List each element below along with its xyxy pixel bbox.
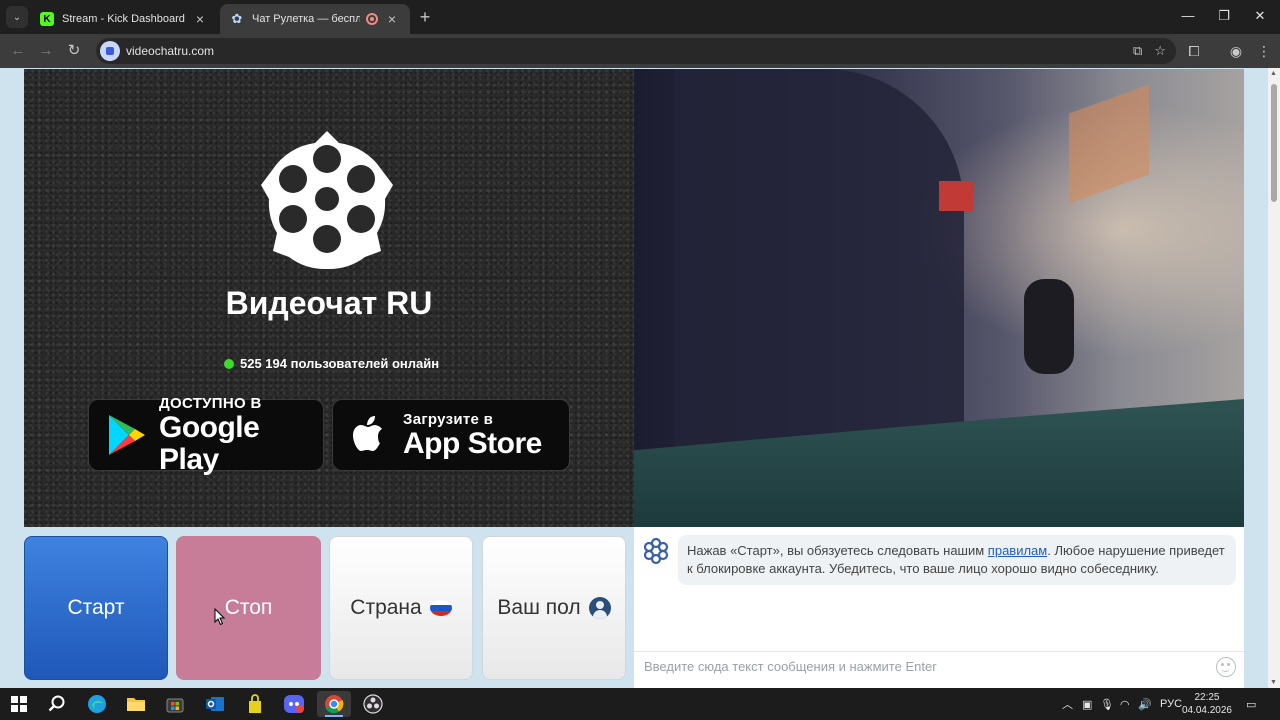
minimize-button[interactable]: — [1170,4,1206,28]
outlook-icon[interactable] [198,691,232,717]
stop-button[interactable]: Стоп [176,536,321,680]
system-clock[interactable]: 22:25 04.04.2026 [1182,691,1232,717]
russia-flag-icon [429,600,452,616]
google-play-icon [109,415,145,455]
scroll-up-arrow-icon[interactable]: ▲ [1270,70,1277,77]
menu-kebab-icon[interactable]: ⋮ [1252,39,1276,63]
chat-message-text-start: Нажав «Старт», вы обязуетесь следовать н… [687,543,988,558]
clock-time: 22:25 [1194,692,1220,703]
emoji-icon[interactable] [1216,656,1236,677]
revolver-logo-icon [261,131,393,270]
start-label: Старт [67,596,125,619]
app-store-big-text: App Store [403,426,542,460]
page-scrollbar[interactable]: ▲ ▼ [1268,68,1280,688]
country-button[interactable]: Страна [329,536,473,680]
video-red-object [939,181,973,211]
remote-video-panel [634,69,1244,527]
rules-link[interactable]: правилам [988,543,1047,558]
user-avatar-icon [588,597,611,619]
google-play-small-text: ДОСТУПНО В [159,394,262,412]
brand-title: Видеочат RU [225,285,433,321]
reload-button[interactable]: ↻ [62,39,86,63]
profile-icon[interactable]: ◉ [1224,39,1248,63]
bag-app-icon[interactable] [238,691,272,717]
online-status-dot [224,358,234,369]
install-app-icon[interactable]: ⧉ [1133,43,1142,59]
close-window-button[interactable]: ✕ [1242,4,1278,28]
chat-panel: Нажав «Старт», вы обязуетесь следовать н… [634,527,1244,688]
gender-label: Ваш пол [497,596,581,619]
back-button[interactable]: ← [6,39,30,63]
chrome-icon[interactable] [317,691,351,717]
meet-now-icon[interactable]: ▣ [1082,688,1092,720]
clock-date: 04.04.2026 [1181,705,1232,716]
bookmark-star-icon[interactable]: ☆ [1154,43,1166,59]
file-explorer-icon[interactable] [119,691,153,717]
tab-kick-dashboard[interactable]: K Stream - Kick Dashboard × [30,4,218,34]
recording-icon [366,13,378,25]
tab-title: Stream - Kick Dashboard [62,13,185,25]
forward-button[interactable]: → [34,39,58,63]
online-counter: 525 194 пользователей онлайн [224,356,439,371]
mouse-cursor-icon [214,608,226,626]
browser-tab-bar: ⌄ K Stream - Kick Dashboard × ✿ Чат Руле… [0,0,1280,34]
kick-icon: K [40,12,54,26]
restore-button[interactable]: ❐ [1206,4,1242,28]
windows-taskbar: ︿ ▣ 🎙 ◠ 🔊 РУС 22:25 04.04.2026 ▭ [0,688,1280,720]
start-button[interactable]: Старт [24,536,168,680]
show-hidden-icons[interactable]: ︿ [1062,688,1073,720]
volume-icon[interactable]: 🔊 [1138,688,1152,720]
browser-toolbar: ← → ↻ videochatru.com ⧉ ☆ ⧠ ◉ ⋮ [0,34,1280,68]
network-icon[interactable]: ◠ [1120,688,1130,720]
gender-button[interactable]: Ваш пол [482,536,626,680]
input-language-indicator[interactable]: РУС [1160,688,1182,720]
tab-chat-roulette[interactable]: ✿ Чат Рулетка — бесплатный × [220,4,410,34]
address-bar[interactable]: videochatru.com ⧉ ☆ [96,38,1176,64]
site-info-icon[interactable] [100,41,120,61]
local-video-panel: Видеочат RU 525 194 пользователей онлайн… [24,69,634,527]
video-shoes [1024,279,1074,374]
chat-message-input[interactable] [634,659,1216,674]
google-play-button[interactable]: ДОСТУПНО В Google Play [88,395,324,475]
url-text: videochatru.com [126,44,215,58]
roulette-icon: ✿ [231,11,243,26]
search-icon[interactable] [40,691,74,717]
app-store-button[interactable]: Загрузите в App Store [332,399,570,471]
online-count-text: 525 194 пользователей онлайн [240,356,440,371]
page-viewport: Видеочат RU 525 194 пользователей онлайн… [0,68,1280,688]
close-tab-icon[interactable]: × [192,11,208,27]
scroll-down-arrow-icon[interactable]: ▼ [1270,679,1277,686]
windows-start-icon[interactable] [2,691,36,717]
tab-search-button[interactable]: ⌄ [6,6,28,28]
extensions-icon[interactable]: ⧠ [1182,39,1206,63]
stop-label: Стоп [224,596,273,619]
close-tab-icon[interactable]: × [384,11,400,27]
microsoft-store-icon[interactable] [158,691,192,717]
apple-icon [353,416,382,451]
country-label: Страна [350,596,422,619]
scrollbar-thumb[interactable] [1271,84,1277,202]
edge-browser-icon[interactable] [80,691,114,717]
chat-input-row [634,651,1244,681]
microphone-icon[interactable]: 🎙 [1100,688,1114,720]
chat-bot-logo-icon [643,537,669,565]
tab-title: Чат Рулетка — бесплатный [252,13,360,25]
chat-system-message: Нажав «Старт», вы обязуетесь следовать н… [678,535,1236,585]
obs-studio-icon[interactable] [356,691,390,717]
google-play-big-text: Google Play [159,410,260,476]
app-store-small-text: Загрузите в [403,410,494,428]
new-tab-button[interactable]: + [414,6,436,28]
notifications-icon[interactable]: ▭ [1246,688,1256,720]
discord-icon[interactable] [277,691,311,717]
